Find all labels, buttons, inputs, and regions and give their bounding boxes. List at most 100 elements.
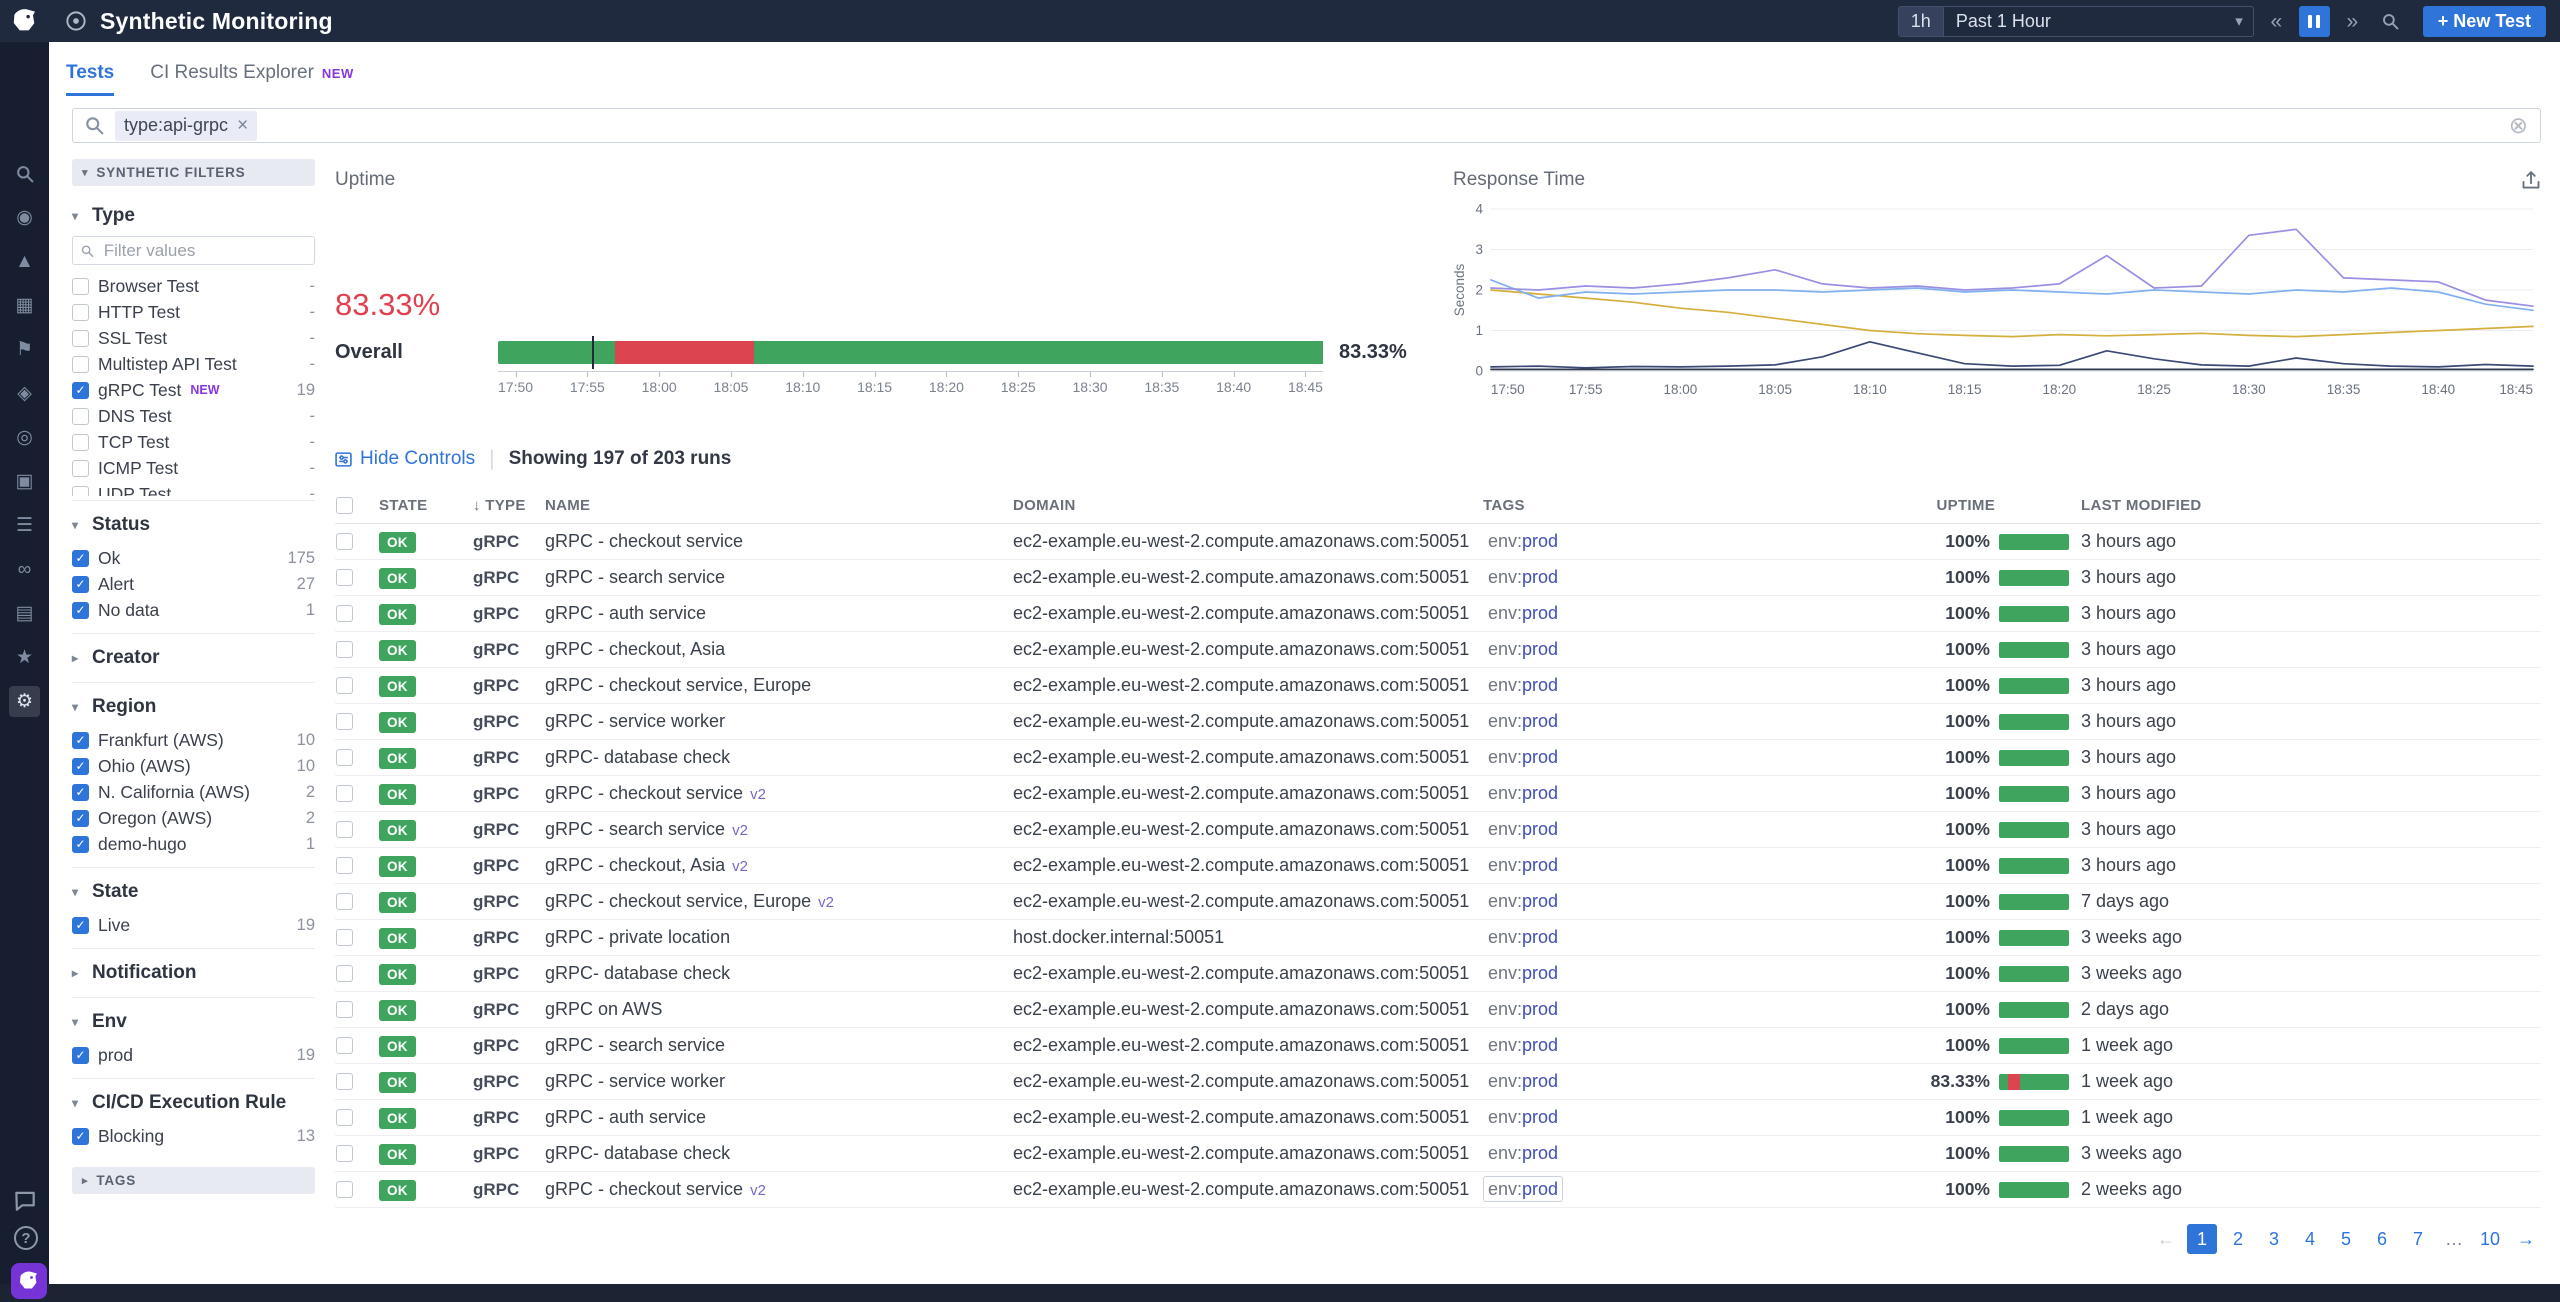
metrics-icon[interactable]: ▲ xyxy=(9,246,40,277)
checkbox[interactable]: ✓ xyxy=(72,836,89,853)
filter-item[interactable]: Multistep API Test- xyxy=(72,351,315,377)
checkbox[interactable] xyxy=(336,929,353,946)
column-header-domain[interactable]: DOMAIN xyxy=(1013,497,1483,514)
table-row[interactable]: OKgRPCgRPC - checkout, Asiav2ec2-example… xyxy=(335,848,2541,884)
checkbox[interactable] xyxy=(336,749,353,766)
filter-item[interactable]: HTTP Test- xyxy=(72,299,315,325)
tag[interactable]: env:prod xyxy=(1483,672,1563,698)
column-header-last-modified[interactable]: LAST MODIFIED xyxy=(2081,497,2541,514)
table-row[interactable]: OKgRPCgRPC - private locationhost.docker… xyxy=(335,920,2541,956)
checkbox[interactable] xyxy=(336,497,353,514)
filter-item[interactable]: ✓Oregon (AWS)2 xyxy=(72,805,315,831)
tag[interactable]: env:prod xyxy=(1483,528,1563,554)
tag[interactable]: env:prod xyxy=(1483,564,1563,590)
checkbox[interactable] xyxy=(72,330,89,347)
checkbox[interactable] xyxy=(336,605,353,622)
checkbox[interactable] xyxy=(72,356,89,373)
clear-search-icon[interactable]: ⊗ xyxy=(2509,112,2528,139)
filter-item[interactable]: ✓gRPC TestNEW19 xyxy=(72,377,315,403)
checkbox[interactable]: ✓ xyxy=(72,602,89,619)
search-icon[interactable] xyxy=(9,158,40,189)
tag[interactable]: env:prod xyxy=(1483,1032,1563,1058)
filter-values-field[interactable] xyxy=(102,240,306,262)
column-header-state[interactable]: STATE xyxy=(379,497,473,514)
tag[interactable]: env:prod xyxy=(1483,1140,1563,1166)
page-button-2[interactable]: 2 xyxy=(2223,1224,2253,1254)
filter-item[interactable]: TCP Test- xyxy=(72,429,315,455)
tag[interactable]: env:prod xyxy=(1483,744,1563,770)
checkbox[interactable] xyxy=(72,460,89,477)
checkbox[interactable]: ✓ xyxy=(72,917,89,934)
datadog-corner-logo[interactable] xyxy=(11,1263,47,1299)
page-button-10[interactable]: 10 xyxy=(2475,1224,2505,1254)
filter-item[interactable]: ✓Frankfurt (AWS)10 xyxy=(72,727,315,753)
checkbox[interactable]: ✓ xyxy=(72,1047,89,1064)
table-row[interactable]: OKgRPCgRPC - checkout service, Europeec2… xyxy=(335,668,2541,704)
table-row[interactable]: OKgRPCgRPC - search servicev2ec2-example… xyxy=(335,812,2541,848)
checkbox[interactable] xyxy=(72,408,89,425)
security-icon[interactable]: ★ xyxy=(9,642,40,673)
table-row[interactable]: OKgRPCgRPC - auth serviceec2-example.eu-… xyxy=(335,596,2541,632)
filter-item[interactable]: SSL Test- xyxy=(72,325,315,351)
table-row[interactable]: OKgRPCgRPC - checkout servicev2ec2-examp… xyxy=(335,776,2541,812)
filter-section-header[interactable]: ▾Type xyxy=(72,196,315,236)
help-icon[interactable]: ? xyxy=(14,1226,38,1250)
checkbox[interactable]: ✓ xyxy=(72,550,89,567)
checkbox[interactable] xyxy=(336,1001,353,1018)
next-page-button[interactable]: → xyxy=(2511,1224,2541,1254)
checkbox[interactable]: ✓ xyxy=(72,810,89,827)
checkbox[interactable] xyxy=(72,434,89,451)
page-button-4[interactable]: 4 xyxy=(2295,1224,2325,1254)
synthetic-filters-header[interactable]: ▾ SYNTHETIC FILTERS xyxy=(72,159,315,186)
checkbox[interactable] xyxy=(336,1145,353,1162)
table-row[interactable]: OKgRPCgRPC on AWSec2-example.eu-west-2.c… xyxy=(335,992,2541,1028)
checkbox[interactable] xyxy=(336,1073,353,1090)
checkbox[interactable]: ✓ xyxy=(72,576,89,593)
checkbox[interactable] xyxy=(336,713,353,730)
uptime-bar[interactable] xyxy=(498,341,1323,364)
table-row[interactable]: OKgRPCgRPC - auth serviceec2-example.eu-… xyxy=(335,1100,2541,1136)
processes-icon[interactable]: ▣ xyxy=(9,466,40,497)
checkbox[interactable] xyxy=(336,785,353,802)
tag[interactable]: env:prod xyxy=(1483,708,1563,734)
tab-tests[interactable]: Tests xyxy=(66,62,114,96)
tag[interactable]: env:prod xyxy=(1483,888,1563,914)
filter-item[interactable]: Browser Test- xyxy=(72,273,315,299)
filter-section-header[interactable]: ▾Env xyxy=(72,1002,315,1042)
column-header-uptime[interactable]: UPTIME xyxy=(1937,497,2081,514)
table-row[interactable]: OKgRPCgRPC - service workerec2-example.e… xyxy=(335,1064,2541,1100)
filter-section-header[interactable]: ▾Status xyxy=(72,505,315,545)
skip-forward-button[interactable]: » xyxy=(2337,6,2368,37)
checkbox[interactable] xyxy=(336,677,353,694)
page-button-3[interactable]: 3 xyxy=(2259,1224,2289,1254)
table-row[interactable]: OKgRPCgRPC - checkout serviceec2-example… xyxy=(335,524,2541,560)
table-row[interactable]: OKgRPCgRPC- database checkec2-example.eu… xyxy=(335,1136,2541,1172)
hide-controls-link[interactable]: Hide Controls xyxy=(335,448,475,470)
checkbox[interactable] xyxy=(336,857,353,874)
tag[interactable]: env:prod xyxy=(1483,600,1563,626)
column-header-type[interactable]: ↓ TYPE xyxy=(473,497,545,514)
tag[interactable]: env:prod xyxy=(1483,1176,1563,1202)
monitors-icon[interactable]: ⚑ xyxy=(9,334,40,365)
column-header-name[interactable]: NAME xyxy=(545,497,1013,514)
filter-item[interactable]: ✓Blocking13 xyxy=(72,1123,315,1149)
table-row[interactable]: OKgRPCgRPC - checkout servicev2ec2-examp… xyxy=(335,1172,2541,1208)
checkbox[interactable]: ✓ xyxy=(72,784,89,801)
table-row[interactable]: OKgRPCgRPC- database checkec2-example.eu… xyxy=(335,740,2541,776)
time-range-shortcut[interactable]: 1h xyxy=(1899,7,1944,36)
checkbox[interactable] xyxy=(336,893,353,910)
checkbox[interactable]: ✓ xyxy=(72,382,89,399)
filter-item[interactable]: ICMP Test- xyxy=(72,455,315,481)
filter-item[interactable]: ✓Live19 xyxy=(72,912,315,938)
checkbox[interactable]: ✓ xyxy=(72,732,89,749)
tag[interactable]: env:prod xyxy=(1483,1104,1563,1130)
watchdog-icon[interactable]: ◉ xyxy=(9,202,40,233)
filter-item[interactable]: ✓demo-hugo1 xyxy=(72,831,315,857)
tag[interactable]: env:prod xyxy=(1483,852,1563,878)
tag[interactable]: env:prod xyxy=(1483,816,1563,842)
checkbox[interactable] xyxy=(72,278,89,295)
checkbox[interactable] xyxy=(336,1037,353,1054)
filter-section-header[interactable]: ▾Region xyxy=(72,687,315,727)
checkbox[interactable] xyxy=(336,641,353,658)
table-row[interactable]: OKgRPCgRPC - service workerec2-example.e… xyxy=(335,704,2541,740)
